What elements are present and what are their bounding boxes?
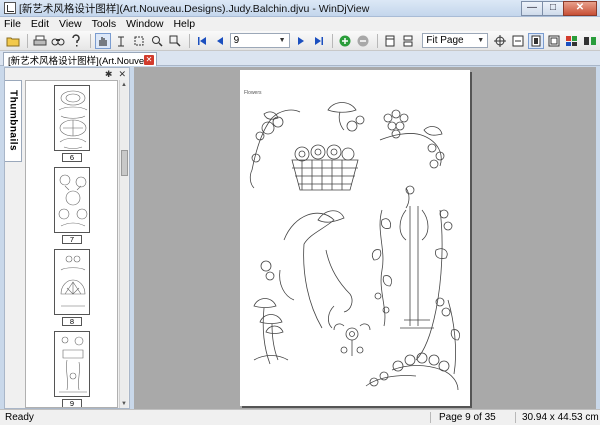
maximize-button[interactable]: □ bbox=[542, 0, 564, 16]
page-number-value: 9 bbox=[233, 35, 240, 46]
fit-width-icon[interactable] bbox=[510, 33, 526, 49]
menu-tools[interactable]: Tools bbox=[92, 18, 117, 30]
next-page-icon[interactable] bbox=[293, 33, 309, 49]
toolbar: 9 ▼ Fit Page ▼ bbox=[0, 31, 600, 51]
thumbnail-item[interactable]: 7 bbox=[42, 167, 102, 244]
toolbar-separator bbox=[332, 33, 334, 48]
find-icon[interactable] bbox=[50, 33, 66, 49]
rect-select-icon[interactable] bbox=[131, 33, 147, 49]
magnifier-icon[interactable] bbox=[167, 33, 183, 49]
single-page-icon[interactable] bbox=[382, 33, 398, 49]
text-select-icon[interactable] bbox=[113, 33, 129, 49]
actual-size-icon[interactable] bbox=[546, 33, 562, 49]
thumbnails-tab[interactable]: Thumbnails bbox=[5, 80, 22, 162]
toolbar-separator bbox=[89, 33, 91, 48]
menu-file[interactable]: File bbox=[4, 18, 21, 30]
status-page-size: 30.94 x 44.53 cm bbox=[515, 412, 600, 423]
thumbnail-page-number: 7 bbox=[62, 235, 82, 244]
last-page-icon[interactable] bbox=[311, 33, 327, 49]
panel-header: ✱ ✕ bbox=[5, 68, 129, 80]
chevron-down-icon: ▼ bbox=[477, 37, 485, 44]
pin-icon[interactable]: ✱ bbox=[105, 69, 113, 80]
scroll-down-icon[interactable]: ▼ bbox=[120, 399, 128, 408]
fit-page-icon[interactable] bbox=[528, 32, 545, 49]
thumbnail-page-number: 9 bbox=[62, 399, 82, 407]
app-icon bbox=[4, 2, 16, 14]
hand-tool-icon[interactable] bbox=[94, 32, 111, 49]
toolbar-separator bbox=[188, 33, 190, 48]
open-folder-icon[interactable] bbox=[5, 33, 21, 49]
menu-window[interactable]: Window bbox=[126, 18, 163, 30]
title-bar: [新艺术风格设计图样](Art.Nouveau.Designs).Judy.Ba… bbox=[0, 0, 600, 17]
color-mode-icon[interactable] bbox=[564, 33, 580, 49]
close-panel-icon[interactable]: ✕ bbox=[118, 69, 126, 80]
status-text: Ready bbox=[5, 412, 34, 423]
zoom-combo[interactable]: Fit Page ▼ bbox=[422, 33, 489, 48]
status-page-indicator: Page 9 of 35 bbox=[430, 412, 515, 423]
thumbnail-page-number: 6 bbox=[62, 153, 82, 162]
tab-strip: [新艺术风格设计图样](Art.Nouvea... ✕ bbox=[0, 51, 600, 67]
continuous-page-icon[interactable] bbox=[400, 33, 416, 49]
current-page: Flowers bbox=[240, 70, 470, 406]
print-icon[interactable] bbox=[32, 33, 48, 49]
thumbnail-image bbox=[54, 331, 90, 397]
scrollbar-thumb[interactable] bbox=[121, 150, 128, 176]
page-number-combo[interactable]: 9 ▼ bbox=[229, 33, 290, 48]
menu-view[interactable]: View bbox=[59, 18, 82, 30]
thumbnail-image bbox=[54, 85, 90, 151]
menu-edit[interactable]: Edit bbox=[31, 18, 49, 30]
zoom-in-icon[interactable] bbox=[337, 33, 353, 49]
status-bar: Ready Page 9 of 35 30.94 x 44.53 cm bbox=[0, 409, 600, 425]
document-tab-label: [新艺术风格设计图样](Art.Nouvea... bbox=[8, 55, 144, 67]
scroll-up-icon[interactable]: ▲ bbox=[120, 80, 128, 89]
help-icon[interactable] bbox=[68, 33, 84, 49]
page-artwork bbox=[249, 102, 460, 391]
thumbnails-tab-label: Thumbnails bbox=[7, 90, 19, 152]
thumbnail-image bbox=[54, 167, 90, 233]
thumbnail-scrollbar[interactable]: ▲ ▼ bbox=[119, 80, 128, 408]
document-view[interactable]: Flowers bbox=[134, 67, 596, 409]
close-tab-icon[interactable]: ✕ bbox=[144, 54, 154, 65]
crosshair-icon[interactable] bbox=[492, 33, 508, 49]
zoom-out-icon[interactable] bbox=[355, 33, 371, 49]
chevron-down-icon: ▼ bbox=[278, 37, 286, 44]
toolbar-separator bbox=[377, 33, 379, 48]
display-mode-icon[interactable] bbox=[582, 33, 598, 49]
thumbnail-item[interactable]: 9 bbox=[42, 331, 102, 407]
thumbnails-panel: ✱ ✕ Thumbnails 6 7 8 9 ▲ ▼ bbox=[4, 67, 130, 409]
zoom-icon[interactable] bbox=[149, 33, 165, 49]
thumbnail-page-number: 8 bbox=[62, 317, 82, 326]
menu-help[interactable]: Help bbox=[173, 18, 195, 30]
close-window-button[interactable]: ✕ bbox=[563, 0, 597, 16]
thumbnail-item[interactable]: 6 bbox=[42, 85, 102, 162]
minimize-button[interactable]: — bbox=[521, 0, 543, 16]
thumbnail-image bbox=[54, 249, 90, 315]
window-title: [新艺术风格设计图样](Art.Nouveau.Designs).Judy.Ba… bbox=[19, 2, 370, 15]
zoom-value: Fit Page bbox=[426, 35, 464, 46]
menu-bar: File Edit View Tools Window Help bbox=[0, 17, 600, 31]
window-controls: — □ ✕ bbox=[521, 0, 597, 16]
thumbnail-item[interactable]: 8 bbox=[42, 249, 102, 326]
previous-page-icon[interactable] bbox=[212, 33, 228, 49]
toolbar-separator bbox=[26, 33, 28, 48]
thumbnail-list: 6 7 8 9 bbox=[25, 80, 118, 408]
first-page-icon[interactable] bbox=[194, 33, 210, 49]
document-tab[interactable]: [新艺术风格设计图样](Art.Nouvea... ✕ bbox=[3, 52, 157, 67]
